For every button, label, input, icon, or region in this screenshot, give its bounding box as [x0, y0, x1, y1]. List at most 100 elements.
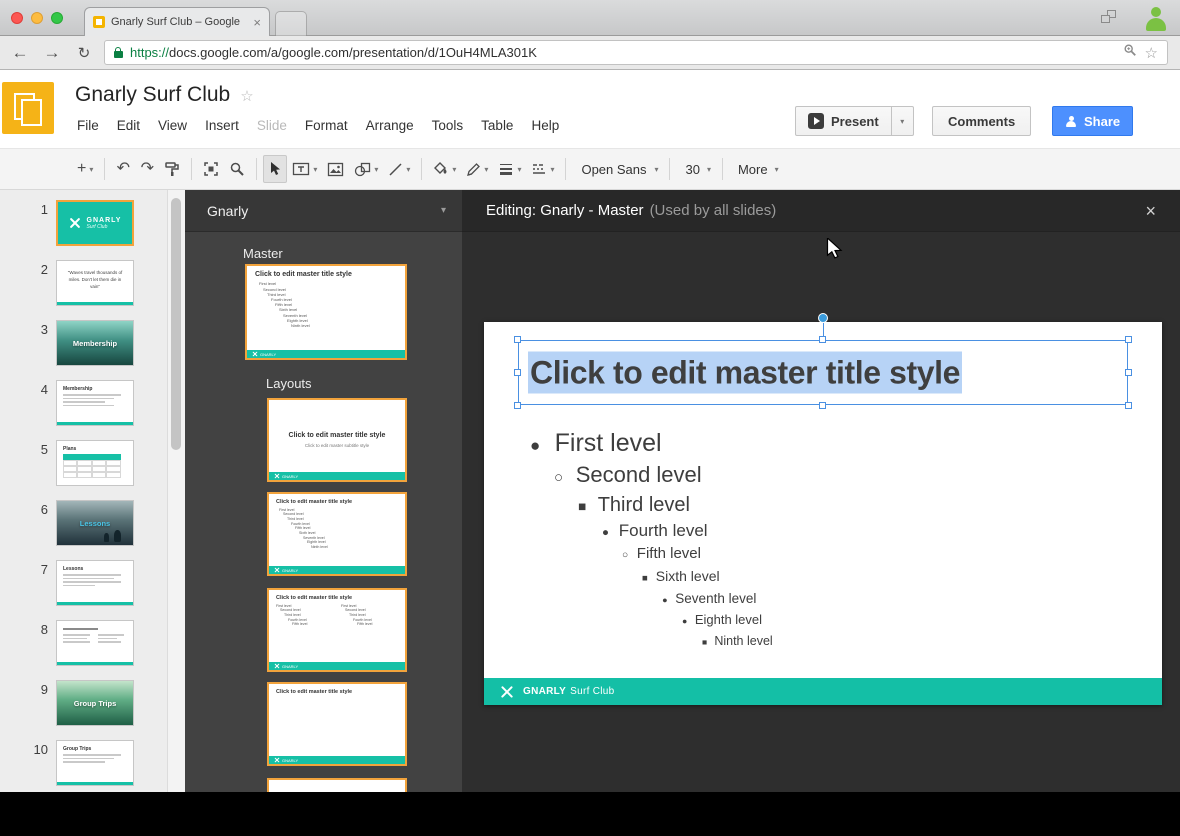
present-button[interactable]: Present	[795, 106, 892, 136]
slide-5-thumbnail[interactable]: Plans	[56, 440, 134, 486]
menu-edit[interactable]: Edit	[108, 114, 149, 137]
present-options-dropdown[interactable]: ▾	[892, 106, 914, 136]
rotation-handle[interactable]	[818, 313, 828, 323]
line-icon	[388, 162, 403, 177]
new-slide-button[interactable]: + ▾	[72, 155, 98, 183]
resize-handle-bottom-right[interactable]	[1125, 402, 1132, 409]
document-title[interactable]: Gnarly Surf Club	[75, 83, 230, 107]
fill-color-button[interactable]: ▾	[428, 155, 461, 183]
window-zoom-button[interactable]	[51, 12, 63, 24]
slide-10-thumbnail[interactable]: Group Trips	[56, 740, 134, 786]
slide-thumbnail-row-6[interactable]: 6 Lessons	[0, 500, 167, 547]
layout-thumbnail-title-body[interactable]: Click to edit master title style First l…	[267, 492, 407, 576]
line-tool-button[interactable]: ▾	[383, 155, 415, 183]
slide-thumbnail-row-9[interactable]: 9 Group Trips	[0, 680, 167, 727]
slide-9-thumbnail[interactable]: Group Trips	[56, 680, 134, 726]
star-document-icon[interactable]: ☆	[240, 87, 253, 105]
layout-thumbnail-title-only[interactable]: Click to edit master title style GNARLY	[267, 682, 407, 766]
resize-handle-middle-right[interactable]	[1125, 369, 1132, 376]
url-omnibox[interactable]: https://docs.google.com/a/google.com/pre…	[104, 40, 1168, 65]
menu-insert[interactable]: Insert	[196, 114, 248, 137]
close-master-editor-icon[interactable]: ×	[1145, 202, 1156, 220]
bullet-icon: ●	[682, 611, 695, 631]
paint-format-button[interactable]	[159, 155, 185, 183]
menu-file[interactable]: File	[68, 114, 108, 137]
tab-close-icon[interactable]: ×	[253, 16, 261, 29]
menu-arrange[interactable]: Arrange	[357, 114, 423, 137]
body-placeholder[interactable]: ●First level ○Second level ■Third level …	[484, 428, 1152, 652]
profile-avatar-icon[interactable]	[1143, 5, 1169, 31]
resize-handle-bottom-middle[interactable]	[819, 402, 826, 409]
slide-thumbnail-row-5[interactable]: 5 Plans	[0, 440, 167, 487]
line-weight-button[interactable]: ▾	[493, 155, 526, 183]
resize-handle-top-right[interactable]	[1125, 336, 1132, 343]
layout-thumbnail-two-columns[interactable]: Click to edit master title style First l…	[267, 588, 407, 672]
menu-view[interactable]: View	[149, 114, 196, 137]
resize-handle-bottom-left[interactable]	[514, 402, 521, 409]
master-thumbnail[interactable]: Click to edit master title style First l…	[245, 264, 407, 360]
slide-2-thumbnail[interactable]: "Waves travel thousands of miles. Don't …	[56, 260, 134, 306]
window-resize-icon[interactable]	[1101, 10, 1116, 23]
master-slide-canvas[interactable]: Click to edit master title style ●First …	[484, 322, 1162, 705]
font-family-dropdown[interactable]: Open Sans ▾	[572, 155, 663, 183]
select-tool-button[interactable]	[263, 155, 287, 183]
back-button[interactable]: ←	[8, 43, 32, 63]
slide-3-thumbnail[interactable]: Membership	[56, 320, 134, 366]
filmstrip-scrollbar[interactable]	[167, 190, 185, 792]
window-close-button[interactable]	[11, 12, 23, 24]
new-tab-button[interactable]	[275, 11, 307, 36]
slide-thumbnail-row-8[interactable]: 8	[0, 620, 167, 667]
slide-thumbnail-row-4[interactable]: 4 Membership	[0, 380, 167, 427]
mini-two-columns: First level Second level Third level Fou…	[269, 602, 405, 627]
slide-1-thumbnail[interactable]: GNARLY Surf Club	[56, 200, 134, 246]
text-line	[63, 628, 98, 630]
slides-favicon-icon	[93, 16, 105, 28]
comments-button[interactable]: Comments	[932, 106, 1031, 136]
browser-tab[interactable]: Gnarly Surf Club – Google ×	[84, 7, 270, 36]
slide-4-thumbnail[interactable]: Membership	[56, 380, 134, 426]
line-color-button[interactable]: ▾	[461, 155, 493, 183]
browser-addressbar: ← → ↻ https://docs.google.com/a/google.c…	[0, 36, 1180, 70]
more-options-dropdown[interactable]: More ▾	[729, 155, 784, 183]
text-line	[63, 405, 114, 407]
bookmark-star-icon[interactable]: ☆	[1145, 44, 1158, 62]
slide-thumbnail-row-2[interactable]: 2 "Waves travel thousands of miles. Don'…	[0, 260, 167, 307]
font-size-dropdown[interactable]: 30 ▾	[676, 155, 715, 183]
page-url[interactable]: https://docs.google.com/a/google.com/pre…	[130, 45, 1115, 60]
google-slides-logo-icon[interactable]	[2, 82, 54, 134]
slide-8-thumbnail[interactable]	[56, 620, 134, 666]
zoom-fit-button[interactable]	[198, 155, 224, 183]
menu-table[interactable]: Table	[472, 114, 522, 137]
text-line	[63, 758, 114, 760]
zoom-button[interactable]	[224, 155, 250, 183]
menu-help[interactable]: Help	[522, 114, 568, 137]
slide-6-thumbnail[interactable]: Lessons	[56, 500, 134, 546]
insert-image-button[interactable]	[322, 155, 349, 183]
shape-tool-button[interactable]: ▾	[349, 155, 383, 183]
master-title-text[interactable]: Click to edit master title style	[528, 354, 962, 391]
menu-tools[interactable]: Tools	[423, 114, 473, 137]
scrollbar-thumb[interactable]	[171, 198, 181, 450]
redo-button[interactable]: ↷	[135, 155, 159, 183]
share-button[interactable]: Share	[1052, 106, 1133, 136]
resize-handle-top-left[interactable]	[514, 336, 521, 343]
slide-thumbnail-row-3[interactable]: 3 Membership	[0, 320, 167, 367]
window-minimize-button[interactable]	[31, 12, 43, 24]
slide-thumbnail-row-7[interactable]: 7 Lessons	[0, 560, 167, 607]
line-dash-button[interactable]: ▾	[526, 155, 559, 183]
slide-thumbnail-row-1[interactable]: 1 GNARLY Surf Club	[0, 200, 167, 247]
undo-button[interactable]: ↶	[111, 155, 135, 183]
layout-thumbnail-title[interactable]: Click to edit master title style Click t…	[267, 398, 407, 482]
theme-selector[interactable]: Gnarly ▾	[185, 190, 462, 232]
forward-button[interactable]: →	[40, 43, 64, 63]
reload-button[interactable]: ↻	[72, 44, 96, 62]
slide-thumbnail-row-10[interactable]: 10 Group Trips	[0, 740, 167, 787]
layout-thumbnail-clipped[interactable]	[267, 778, 407, 792]
text-box-tool-button[interactable]: ▾	[287, 155, 322, 183]
title-placeholder-selected[interactable]: Click to edit master title style	[518, 340, 1128, 405]
resize-handle-top-middle[interactable]	[819, 336, 826, 343]
menu-format[interactable]: Format	[296, 114, 357, 137]
resize-handle-middle-left[interactable]	[514, 369, 521, 376]
slide-7-thumbnail[interactable]: Lessons	[56, 560, 134, 606]
zoom-magnifier-icon[interactable]	[1123, 43, 1137, 62]
